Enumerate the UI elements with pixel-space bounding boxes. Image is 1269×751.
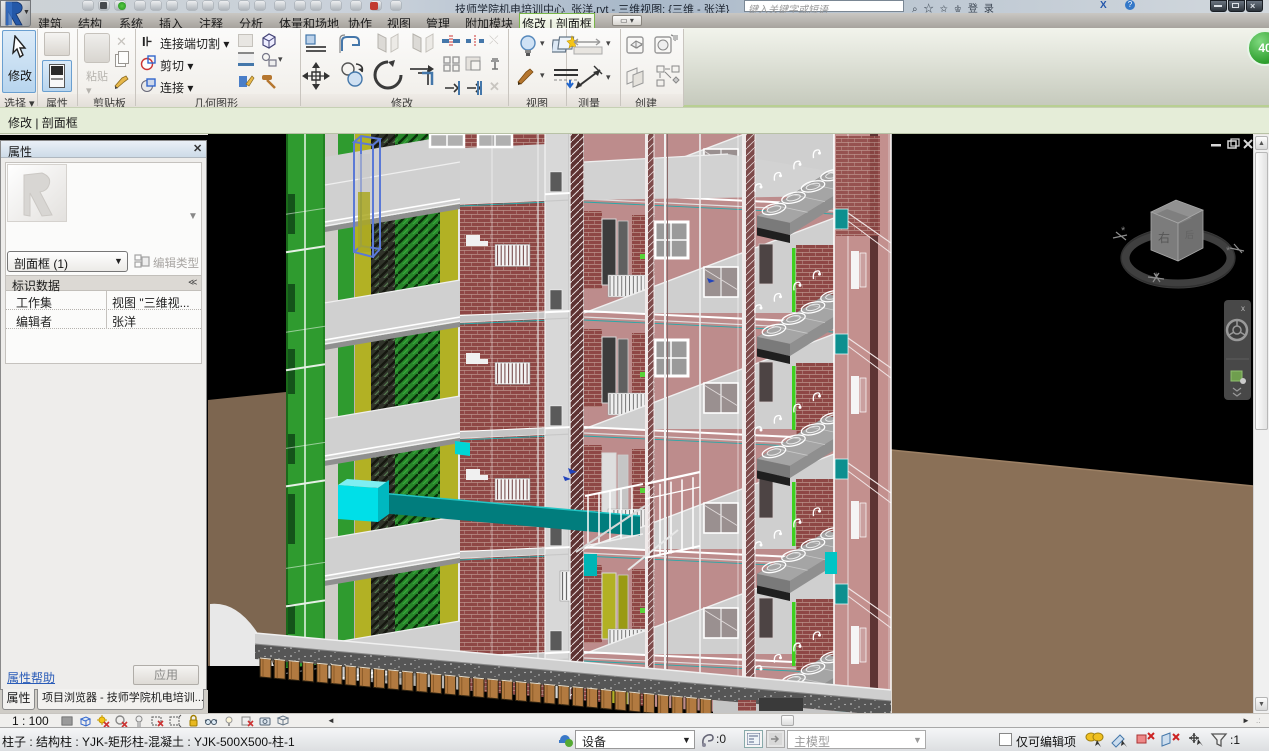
svg-text:*: * <box>1226 245 1231 257</box>
svg-text:右: 右 <box>1158 230 1170 245</box>
svg-text:x: x <box>1241 304 1245 313</box>
svg-text:后: 后 <box>1185 230 1194 240</box>
